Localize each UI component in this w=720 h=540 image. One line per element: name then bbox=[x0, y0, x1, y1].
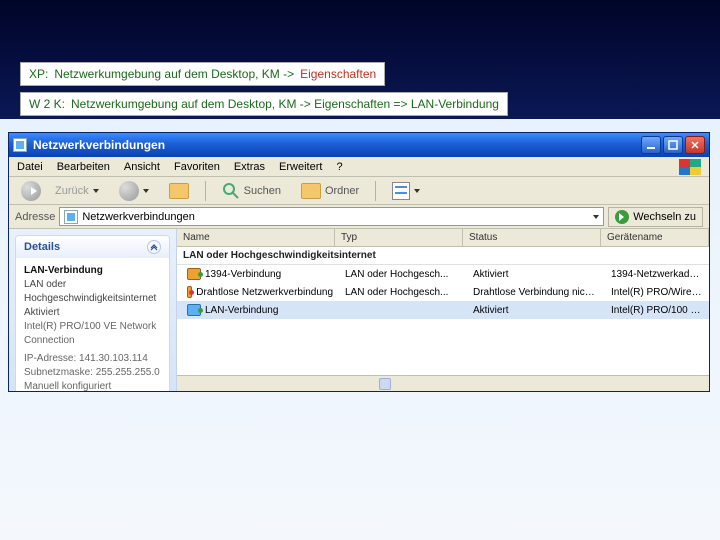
go-label: Wechseln zu bbox=[633, 211, 696, 223]
menu-extras[interactable]: Extras bbox=[234, 161, 265, 173]
search-icon bbox=[222, 182, 240, 200]
annotation-w2k-prefix: W 2 K: bbox=[29, 97, 65, 111]
menu-favorites[interactable]: Favoriten bbox=[174, 161, 220, 173]
address-field[interactable]: Netzwerkverbindungen bbox=[59, 207, 604, 226]
back-label: Zurück bbox=[55, 185, 89, 197]
row-device: 1394-Netzwerkadapter bbox=[605, 269, 709, 280]
annotation-xp-text: Netzwerkumgebung auf dem Desktop, KM -> bbox=[54, 67, 294, 81]
minimize-button[interactable] bbox=[641, 136, 661, 154]
detail-conn-name: LAN-Verbindung bbox=[24, 265, 103, 276]
annotation-area: XP: Netzwerkumgebung auf dem Desktop, KM… bbox=[20, 62, 700, 122]
annotation-w2k: W 2 K: Netzwerkumgebung auf dem Desktop,… bbox=[20, 92, 508, 116]
row-device: Intel(R) PRO/100 VE Network Connection bbox=[605, 305, 709, 316]
forward-icon bbox=[119, 181, 139, 201]
search-label: Suchen bbox=[244, 185, 281, 197]
content-area: Details LAN-Verbindung LAN oder Hochgesc… bbox=[9, 229, 709, 391]
go-button[interactable]: Wechseln zu bbox=[608, 207, 703, 227]
menu-view[interactable]: Ansicht bbox=[124, 161, 160, 173]
maximize-button[interactable] bbox=[663, 136, 683, 154]
detail-subnet: Subnetzmaske: 255.255.255.0 bbox=[24, 367, 160, 378]
detail-device: Intel(R) PRO/100 VE Network Connection bbox=[24, 321, 156, 346]
window-title: Netzwerkverbindungen bbox=[33, 138, 635, 152]
scroll-thumb[interactable] bbox=[379, 378, 391, 390]
up-button[interactable] bbox=[163, 181, 195, 201]
detail-conn-type1: LAN oder bbox=[24, 279, 66, 290]
row-type: LAN oder Hochgesch... bbox=[339, 269, 467, 280]
window-network-connections: Netzwerkverbindungen Datei Bearbeiten An… bbox=[8, 132, 710, 392]
go-arrow-icon bbox=[615, 210, 629, 224]
col-name[interactable]: Name bbox=[177, 229, 335, 246]
annotation-xp-prefix: XP: bbox=[29, 67, 48, 81]
view-button[interactable] bbox=[386, 180, 426, 202]
menubar: Datei Bearbeiten Ansicht Favoriten Extra… bbox=[9, 157, 709, 177]
detail-ip: IP-Adresse: 141.30.103.114 bbox=[24, 353, 148, 364]
view-icon bbox=[392, 182, 410, 200]
close-button[interactable] bbox=[685, 136, 705, 154]
column-headers: Name Typ Status Gerätename bbox=[177, 229, 709, 247]
row-status: Drahtlose Verbindung nicht ver... bbox=[467, 287, 605, 298]
col-status[interactable]: Status bbox=[463, 229, 601, 246]
menu-file[interactable]: Datei bbox=[17, 161, 43, 173]
detail-conn-type2: Hochgeschwindigkeitsinternet bbox=[24, 293, 156, 304]
chevron-down-icon bbox=[93, 189, 99, 193]
window-buttons bbox=[641, 136, 705, 154]
windows-flag-icon bbox=[679, 159, 701, 175]
folders-button[interactable]: Ordner bbox=[295, 181, 365, 201]
horizontal-scrollbar[interactable] bbox=[177, 375, 709, 391]
toolbar-separator bbox=[205, 181, 206, 201]
chevron-down-icon bbox=[143, 189, 149, 193]
collapse-icon[interactable] bbox=[147, 240, 161, 254]
col-device[interactable]: Gerätename bbox=[601, 229, 709, 246]
back-arrow-icon bbox=[31, 187, 37, 195]
col-type[interactable]: Typ bbox=[335, 229, 463, 246]
annotation-xp: XP: Netzwerkumgebung auf dem Desktop, KM… bbox=[20, 62, 385, 86]
chevron-down-icon bbox=[414, 189, 420, 193]
address-value: Netzwerkverbindungen bbox=[82, 211, 195, 223]
folders-label: Ordner bbox=[325, 185, 359, 197]
detail-mode: Manuell konfiguriert bbox=[24, 381, 111, 391]
folder-up-icon bbox=[169, 183, 189, 199]
window-icon bbox=[13, 138, 27, 152]
details-title: Details bbox=[24, 241, 60, 253]
row-name: 1394-Verbindung bbox=[205, 269, 281, 280]
chevron-down-icon[interactable] bbox=[593, 215, 599, 219]
folder-icon bbox=[301, 183, 321, 199]
group-header[interactable]: LAN oder Hochgeschwindigkeitsinternet bbox=[177, 247, 709, 265]
search-button[interactable]: Suchen bbox=[216, 180, 287, 202]
row-name: Drahtlose Netzwerkverbindung bbox=[196, 287, 333, 298]
details-panel: Details LAN-Verbindung LAN oder Hochgesc… bbox=[15, 235, 170, 391]
annotation-w2k-text: Netzwerkumgebung auf dem Desktop, KM -> … bbox=[71, 97, 499, 111]
connection-1394-icon bbox=[187, 268, 201, 280]
row-name: LAN-Verbindung bbox=[205, 305, 278, 316]
annotation-xp-red: Eigenschaften bbox=[300, 67, 376, 81]
menu-edit[interactable]: Bearbeiten bbox=[57, 161, 110, 173]
menu-help[interactable]: ? bbox=[336, 161, 342, 173]
side-panel: Details LAN-Verbindung LAN oder Hochgesc… bbox=[9, 229, 177, 391]
row-type: LAN oder Hochgesch... bbox=[339, 287, 467, 298]
row-status: Aktiviert bbox=[467, 305, 605, 316]
details-body: LAN-Verbindung LAN oder Hochgeschwindigk… bbox=[16, 258, 169, 391]
row-device: Intel(R) PRO/Wireless LAN 2100 3B Mini P… bbox=[605, 287, 709, 298]
address-bar: Adresse Netzwerkverbindungen Wechseln zu bbox=[9, 205, 709, 229]
address-label: Adresse bbox=[15, 211, 55, 223]
connection-lan-icon bbox=[187, 304, 201, 316]
forward-button[interactable] bbox=[113, 179, 155, 203]
details-header[interactable]: Details bbox=[16, 236, 169, 258]
address-icon bbox=[64, 210, 78, 224]
toolbar: Zurück Suchen Ordner bbox=[9, 177, 709, 205]
connection-wireless-icon bbox=[187, 286, 192, 298]
row-status: Aktiviert bbox=[467, 269, 605, 280]
table-row[interactable]: LAN-Verbindung Aktiviert Intel(R) PRO/10… bbox=[177, 301, 709, 319]
menu-advanced[interactable]: Erweitert bbox=[279, 161, 322, 173]
table-row[interactable]: 1394-Verbindung LAN oder Hochgesch... Ak… bbox=[177, 265, 709, 283]
titlebar[interactable]: Netzwerkverbindungen bbox=[9, 133, 709, 157]
back-button[interactable]: Zurück bbox=[15, 179, 105, 203]
detail-status: Aktiviert bbox=[24, 307, 60, 318]
table-row[interactable]: Drahtlose Netzwerkverbindung LAN oder Ho… bbox=[177, 283, 709, 301]
connection-list: Name Typ Status Gerätename LAN oder Hoch… bbox=[177, 229, 709, 391]
toolbar-separator bbox=[375, 181, 376, 201]
